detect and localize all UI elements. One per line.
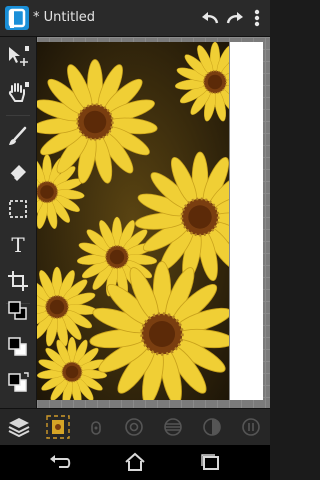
lock-icon[interactable] (82, 413, 110, 441)
undo-icon[interactable] (198, 6, 222, 30)
move-select-icon[interactable] (0, 39, 36, 75)
redo-icon[interactable] (223, 6, 247, 30)
bottom-toolbar (0, 408, 270, 446)
overflow-menu-icon[interactable] (249, 6, 265, 30)
marquee-select-icon[interactable] (0, 191, 36, 227)
title-bar: * Untitled (0, 0, 270, 37)
pause-icon[interactable] (237, 413, 265, 441)
document-title: * Untitled (33, 10, 96, 25)
system-nav-bar (0, 445, 270, 480)
text-tool-glyph: T (11, 233, 25, 257)
tool-divider (6, 115, 30, 116)
text-tool-icon[interactable]: T (0, 227, 36, 263)
back-icon[interactable] (45, 450, 75, 474)
swap-colors-icon[interactable] (0, 365, 36, 401)
hand-pan-icon[interactable] (0, 75, 36, 111)
image-adjust-icon[interactable] (44, 413, 72, 441)
contrast-icon[interactable] (198, 413, 226, 441)
flower-photo-layer[interactable] (37, 42, 229, 400)
fill-color-icon[interactable] (0, 293, 36, 329)
canvas-area[interactable] (37, 37, 270, 408)
tool-palette: T (0, 37, 37, 408)
brush-icon[interactable] (0, 119, 36, 155)
eraser-icon[interactable] (0, 155, 36, 191)
stripes-icon[interactable] (159, 413, 187, 441)
home-icon[interactable] (120, 450, 150, 474)
recent-apps-icon[interactable] (195, 450, 225, 474)
target-icon[interactable] (120, 413, 148, 441)
white-layer[interactable] (230, 42, 263, 400)
app-logo-icon[interactable] (5, 6, 29, 30)
layers-icon[interactable] (5, 413, 33, 441)
stroke-color-icon[interactable] (0, 329, 36, 365)
